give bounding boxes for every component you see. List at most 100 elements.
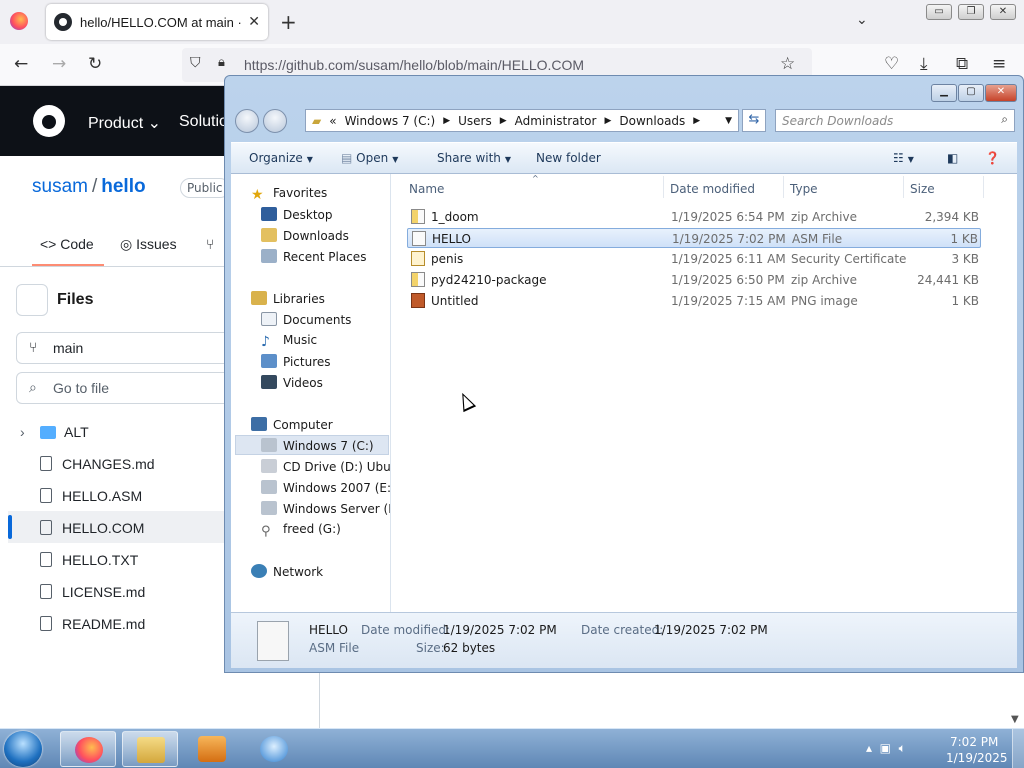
- pocket-icon[interactable]: ♡: [884, 54, 899, 74]
- nav-drive-g[interactable]: ⚲ freed (G:): [261, 522, 341, 539]
- column-type[interactable]: Type: [790, 182, 818, 196]
- breadcrumb-overflow[interactable]: «: [329, 114, 336, 128]
- lock-icon[interactable]: 🔒︎: [218, 55, 225, 70]
- nav-drive-c[interactable]: Windows 7 (C:): [261, 438, 374, 453]
- clock-date[interactable]: 1/19/2025: [946, 751, 1008, 765]
- nav-recent-places[interactable]: Recent Places: [261, 249, 366, 264]
- tab-issues[interactable]: ◎ Issues: [120, 236, 177, 253]
- sidebar-toggle-button[interactable]: [16, 284, 48, 316]
- address-dropdown-icon[interactable]: ▼: [725, 116, 732, 126]
- column-name[interactable]: Name: [409, 182, 444, 196]
- clock-time[interactable]: 7:02 PM: [950, 735, 998, 749]
- column-date-modified[interactable]: Date modified: [670, 182, 755, 196]
- nav-network[interactable]: Network: [251, 564, 323, 579]
- show-desktop-button[interactable]: [1012, 729, 1024, 768]
- url-text[interactable]: https://github.com/susam/hello/blob/main…: [244, 57, 584, 73]
- taskbar-app[interactable]: [246, 731, 302, 767]
- file-tree-item[interactable]: CHANGES.md: [40, 456, 155, 472]
- taskbar-explorer[interactable]: [122, 731, 178, 767]
- reload-icon[interactable]: ↻: [88, 54, 102, 74]
- breadcrumb-downloads[interactable]: Downloads: [619, 114, 685, 128]
- file-row[interactable]: pyd24210-package 1/19/2025 6:50 PM zip A…: [407, 270, 981, 290]
- new-tab-icon[interactable]: +: [280, 10, 297, 34]
- organize-button[interactable]: Organize ▼: [249, 151, 313, 165]
- breadcrumb-arrow-icon[interactable]: ▶: [500, 116, 507, 126]
- file-tree-item[interactable]: HELLO.TXT: [40, 552, 138, 568]
- browser-tab-active[interactable]: hello/HELLO.COM at main · sus ✕: [46, 4, 268, 40]
- nav-libraries[interactable]: Libraries: [251, 291, 325, 306]
- breadcrumb-drive[interactable]: Windows 7 (C:): [345, 114, 436, 128]
- firefox-icon[interactable]: [10, 12, 28, 30]
- breadcrumb-users[interactable]: Users: [458, 114, 492, 128]
- back-button[interactable]: [235, 109, 259, 133]
- column-size[interactable]: Size: [910, 182, 935, 196]
- nav-music[interactable]: ♪ Music: [261, 333, 317, 350]
- close-browser-button[interactable]: ✕: [990, 4, 1016, 20]
- nav-documents[interactable]: Documents: [261, 312, 351, 327]
- file-tree-item[interactable]: ALT: [40, 424, 89, 440]
- repo-name-link[interactable]: hello: [101, 176, 145, 197]
- search-input[interactable]: Search Downloads ⌕: [775, 109, 1015, 132]
- system-tray-icons[interactable]: ▴ ▣ 🔈︎: [866, 741, 906, 756]
- restore-browser-button[interactable]: ❐: [958, 4, 984, 20]
- nav-videos[interactable]: Videos: [261, 375, 323, 390]
- scroll-down-arrow-icon[interactable]: ▼: [1011, 714, 1019, 725]
- nav-product[interactable]: Product ⌄: [88, 113, 161, 133]
- breadcrumb-arrow-icon[interactable]: ▶: [604, 116, 611, 126]
- close-tab-icon[interactable]: ✕: [248, 14, 260, 30]
- share-with-button[interactable]: Share with ▼: [437, 151, 511, 165]
- column-divider[interactable]: [983, 176, 984, 198]
- chevron-down-icon[interactable]: ⌄: [856, 12, 868, 28]
- minimize-browser-button[interactable]: ▭: [926, 4, 952, 20]
- open-button[interactable]: ▤ Open ▼: [341, 151, 398, 165]
- forward-button[interactable]: [263, 109, 287, 133]
- start-button[interactable]: [4, 731, 42, 767]
- help-icon[interactable]: ❓: [985, 151, 1000, 165]
- forward-icon[interactable]: →: [52, 54, 66, 74]
- back-icon[interactable]: ←: [14, 54, 28, 74]
- github-logo-icon[interactable]: [33, 105, 65, 137]
- column-divider[interactable]: [663, 176, 664, 198]
- nav-solutions[interactable]: Solutio: [179, 113, 228, 131]
- file-tree-item[interactable]: LICENSE.md: [40, 584, 145, 600]
- file-row[interactable]: Untitled 1/19/2025 7:15 AM PNG image 1 K…: [407, 291, 981, 311]
- taskbar-media-player[interactable]: [184, 731, 240, 767]
- file-tree-item-selected[interactable]: HELLO.COM: [40, 520, 144, 536]
- chevron-right-icon[interactable]: ›: [20, 424, 25, 440]
- breadcrumb-administrator[interactable]: Administrator: [515, 114, 597, 128]
- minimize-button[interactable]: ▁: [931, 84, 957, 102]
- file-row[interactable]: 1_doom 1/19/2025 6:54 PM zip Archive 2,3…: [407, 207, 981, 227]
- new-folder-button[interactable]: New folder: [536, 151, 601, 165]
- nav-downloads[interactable]: Downloads: [261, 228, 349, 243]
- close-button[interactable]: ✕: [985, 84, 1017, 102]
- download-icon[interactable]: ⤓: [920, 54, 928, 74]
- nav-favorites[interactable]: ★ Favorites: [251, 186, 327, 203]
- maximize-button[interactable]: ▢: [958, 84, 984, 102]
- breadcrumb-arrow-icon[interactable]: ▶: [693, 116, 700, 126]
- menu-icon[interactable]: ≡: [992, 54, 1006, 74]
- view-options-button[interactable]: ☷ ▼: [893, 151, 914, 165]
- file-row-selected[interactable]: HELLO 1/19/2025 7:02 PM ASM File 1 KB: [407, 228, 981, 248]
- tab-code[interactable]: <> Code: [40, 236, 94, 252]
- column-divider[interactable]: [783, 176, 784, 198]
- shield-icon[interactable]: ⛉: [190, 55, 201, 71]
- refresh-button[interactable]: ⇆: [742, 109, 766, 132]
- nav-drive-f[interactable]: Windows Server (F:): [261, 501, 390, 516]
- extensions-icon[interactable]: ⧉: [956, 54, 968, 74]
- pull-request-icon[interactable]: ⑂: [206, 236, 214, 252]
- file-tree-item[interactable]: HELLO.ASM: [40, 488, 142, 504]
- taskbar-firefox[interactable]: [60, 731, 116, 767]
- nav-drive-e[interactable]: Windows 2007 (E:): [261, 480, 390, 495]
- column-divider[interactable]: [903, 176, 904, 198]
- preview-pane-icon[interactable]: ◧: [947, 151, 958, 165]
- nav-computer[interactable]: Computer: [251, 417, 333, 432]
- nav-drive-d[interactable]: CD Drive (D:) Ubuntu: [261, 459, 390, 474]
- repo-owner-link[interactable]: susam: [32, 176, 88, 197]
- file-row[interactable]: penis 1/19/2025 6:11 AM Security Certifi…: [407, 249, 981, 269]
- nav-pictures[interactable]: Pictures: [261, 354, 331, 369]
- address-bar[interactable]: ▰ « Windows 7 (C:) ▶ Users ▶ Administrator…: [305, 109, 739, 132]
- breadcrumb-arrow-icon[interactable]: ▶: [443, 116, 450, 126]
- nav-desktop[interactable]: Desktop: [261, 207, 333, 222]
- bookmark-star-icon[interactable]: ☆: [780, 54, 795, 74]
- file-tree-item[interactable]: README.md: [40, 616, 145, 632]
